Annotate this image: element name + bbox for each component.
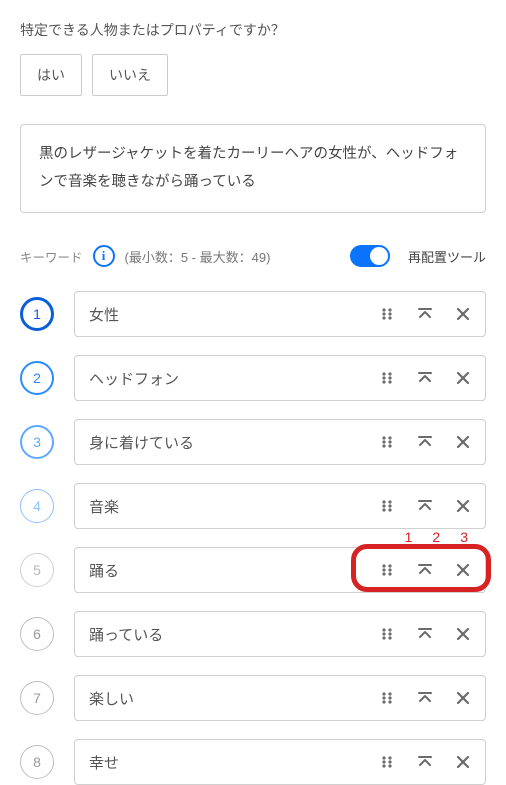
keyword-row-icons xyxy=(369,366,475,390)
keyword-row: 6 xyxy=(20,611,486,657)
keyword-row: 5 123 xyxy=(20,547,486,593)
remove-icon[interactable] xyxy=(451,750,475,774)
drag-handle-icon[interactable] xyxy=(375,558,399,582)
keyword-row-icons xyxy=(369,686,475,710)
move-to-top-icon[interactable] xyxy=(413,622,437,646)
keyword-number-badge: 6 xyxy=(20,617,54,651)
keyword-number-badge: 2 xyxy=(20,361,54,395)
keyword-row-icons xyxy=(369,558,475,582)
keyword-row-icons xyxy=(369,302,475,326)
keyword-input-wrap xyxy=(74,739,486,785)
drag-handle-icon[interactable] xyxy=(375,302,399,326)
keywords-range: (最小数：5 - 最大数：49) xyxy=(125,247,271,266)
move-to-top-icon[interactable] xyxy=(413,366,437,390)
move-to-top-icon[interactable] xyxy=(413,494,437,518)
keyword-input[interactable] xyxy=(89,498,369,515)
keyword-input[interactable] xyxy=(89,434,369,451)
keywords-header: キーワード i (最小数：5 - 最大数：49) 再配置ツール xyxy=(20,245,486,267)
keyword-number-badge: 8 xyxy=(20,745,54,779)
keyword-row-icons xyxy=(369,494,475,518)
drag-handle-icon[interactable] xyxy=(375,750,399,774)
keyword-input[interactable] xyxy=(89,562,369,579)
drag-handle-icon[interactable] xyxy=(375,430,399,454)
keyword-row: 4 xyxy=(20,483,486,529)
drag-handle-icon[interactable] xyxy=(375,622,399,646)
move-to-top-icon[interactable] xyxy=(413,750,437,774)
keyword-input[interactable] xyxy=(89,754,369,771)
remove-icon[interactable] xyxy=(451,302,475,326)
keyword-number-badge: 5 xyxy=(20,553,54,587)
keyword-number-badge: 1 xyxy=(20,297,54,331)
keyword-number-badge: 3 xyxy=(20,425,54,459)
remove-icon[interactable] xyxy=(451,366,475,390)
reorder-toggle-label: 再配置ツール xyxy=(408,247,486,266)
move-to-top-icon[interactable] xyxy=(413,686,437,710)
keyword-input-wrap xyxy=(74,611,486,657)
keyword-row-icons xyxy=(369,430,475,454)
annotation-numbers: 1 2 3 xyxy=(405,529,468,545)
keyword-input-wrap xyxy=(74,419,486,465)
annot-1: 1 xyxy=(405,529,413,545)
keyword-input-wrap xyxy=(74,675,486,721)
description-box: 黒のレザージャケットを着たカーリーヘアの女性が、ヘッドフォンで音楽を聴きながら踊… xyxy=(20,124,486,213)
keyword-input[interactable] xyxy=(89,690,369,707)
keyword-row: 3 xyxy=(20,419,486,465)
drag-handle-icon[interactable] xyxy=(375,366,399,390)
keyword-input-wrap xyxy=(74,483,486,529)
remove-icon[interactable] xyxy=(451,430,475,454)
keyword-row: 1 xyxy=(20,291,486,337)
move-to-top-icon[interactable] xyxy=(413,558,437,582)
keyword-input[interactable] xyxy=(89,370,369,387)
keyword-row: 7 xyxy=(20,675,486,721)
keyword-input-wrap xyxy=(74,355,486,401)
keyword-input-wrap xyxy=(74,291,486,337)
remove-icon[interactable] xyxy=(451,558,475,582)
keyword-input[interactable] xyxy=(89,626,369,643)
keyword-row: 2 xyxy=(20,355,486,401)
keyword-row-icons xyxy=(369,622,475,646)
remove-icon[interactable] xyxy=(451,686,475,710)
keyword-row: 8 xyxy=(20,739,486,785)
remove-icon[interactable] xyxy=(451,494,475,518)
identifiable-question: 特定できる人物またはプロパティですか？ xyxy=(20,20,486,40)
reorder-toggle[interactable] xyxy=(350,245,390,267)
yes-button[interactable]: はい xyxy=(20,54,82,96)
move-to-top-icon[interactable] xyxy=(413,430,437,454)
keyword-row-icons xyxy=(369,750,475,774)
remove-icon[interactable] xyxy=(451,622,475,646)
drag-handle-icon[interactable] xyxy=(375,686,399,710)
no-button[interactable]: いいえ xyxy=(92,54,168,96)
keywords-label: キーワード xyxy=(20,247,83,266)
annot-3: 3 xyxy=(460,529,468,545)
keyword-input-wrap xyxy=(74,547,486,593)
keyword-number-badge: 7 xyxy=(20,681,54,715)
info-icon[interactable]: i xyxy=(93,245,115,267)
move-to-top-icon[interactable] xyxy=(413,302,437,326)
keyword-input[interactable] xyxy=(89,306,369,323)
drag-handle-icon[interactable] xyxy=(375,494,399,518)
annot-2: 2 xyxy=(432,529,440,545)
keyword-number-badge: 4 xyxy=(20,489,54,523)
